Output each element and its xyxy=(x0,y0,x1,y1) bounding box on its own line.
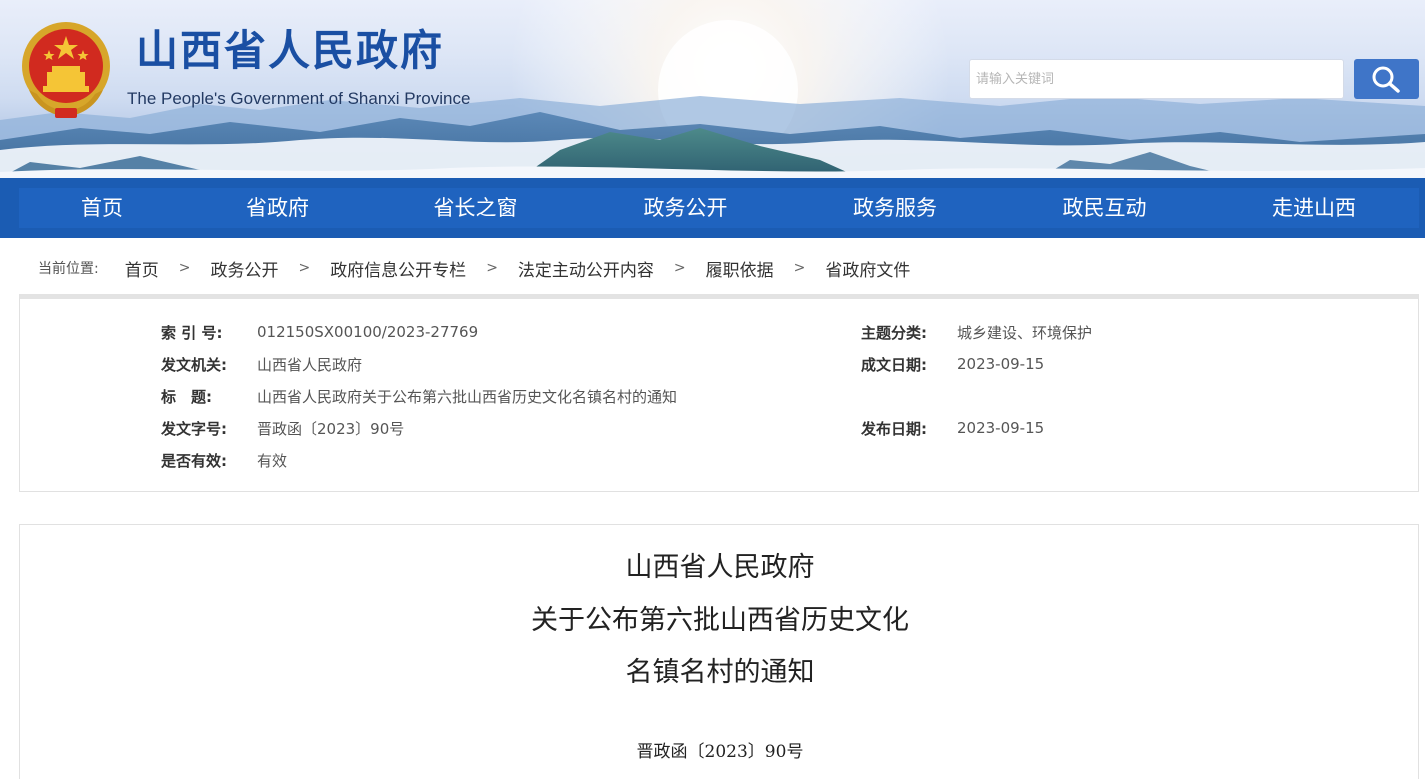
breadcrumb-separator: > xyxy=(486,260,498,276)
meta-key: 发文机关: xyxy=(161,355,227,374)
breadcrumb-separator: > xyxy=(673,260,686,276)
meta-key: 主题分类: xyxy=(861,323,927,342)
document-meta-panel: 索 引 号: 012150SX00100/2023-27769 主题分类: 城乡… xyxy=(19,294,1419,492)
meta-value: 晋政函〔2023〕90号 xyxy=(257,419,405,438)
breadcrumb: 当前位置: 首页 > 政务公开 > 政府信息公开专栏 > 法定主动公开内容 > … xyxy=(38,256,910,281)
breadcrumb-separator: > xyxy=(793,260,806,276)
search-button[interactable] xyxy=(1354,59,1419,99)
nav-item-governor-window[interactable]: 省长之窗 xyxy=(370,188,581,228)
breadcrumb-item-home[interactable]: 首页 xyxy=(125,256,159,281)
national-emblem-icon xyxy=(22,22,110,118)
search-icon xyxy=(1372,66,1400,93)
meta-key: 发布日期: xyxy=(861,419,927,438)
nav-item-about-shanxi[interactable]: 走进山西 xyxy=(1209,188,1419,228)
meta-value: 有效 xyxy=(257,451,288,470)
meta-row-created-date: 成文日期: 2023-09-15 xyxy=(861,352,1044,376)
meta-value: 2023-09-15 xyxy=(957,419,1045,437)
nav-item-government-affairs[interactable]: 政务公开 xyxy=(581,188,790,228)
nav-item-government-services[interactable]: 政务服务 xyxy=(790,188,1000,228)
meta-value: 城乡建设、环境保护 xyxy=(957,323,1093,342)
meta-value: 2023-09-15 xyxy=(957,355,1045,373)
search-input[interactable] xyxy=(969,59,1344,99)
nav-item-public-interaction[interactable]: 政民互动 xyxy=(1000,188,1209,228)
site-header: 山西省人民政府 The People's Government of Shanx… xyxy=(0,0,1425,178)
meta-key: 发文字号: xyxy=(161,419,227,438)
meta-row-title: 标 题: 山西省人民政府关于公布第六批山西省历史文化名镇名村的通知 xyxy=(161,384,677,408)
article-body: 山西省人民政府 关于公布第六批山西省历史文化 名镇名村的通知 晋政函〔2023〕… xyxy=(19,524,1419,779)
site-title: 山西省人民政府 xyxy=(136,26,445,75)
meta-key: 标 题: xyxy=(161,387,212,406)
breadcrumb-item-government-affairs[interactable]: 政务公开 xyxy=(210,256,278,281)
meta-row-doc-no: 发文字号: 晋政函〔2023〕90号 xyxy=(161,416,404,440)
meta-row-topic: 主题分类: 城乡建设、环境保护 xyxy=(861,320,1092,344)
site-subtitle: The People's Government of Shanxi Provin… xyxy=(127,89,471,108)
breadcrumb-item-info-disclosure[interactable]: 政府信息公开专栏 xyxy=(330,256,466,281)
article-doc-number: 晋政函〔2023〕90号 xyxy=(636,742,804,762)
breadcrumb-separator: > xyxy=(298,260,311,276)
meta-row-issuer: 发文机关: 山西省人民政府 xyxy=(161,352,362,376)
meta-row-publish-date: 发布日期: 2023-09-15 xyxy=(861,416,1044,440)
meta-value: 012150SX00100/2023-27769 xyxy=(257,323,479,341)
meta-key: 索 引 号: xyxy=(161,323,223,342)
breadcrumb-item-duty-basis[interactable]: 履职依据 xyxy=(706,256,774,281)
nav-item-provincial-government[interactable]: 省政府 xyxy=(185,188,370,228)
meta-row-validity: 是否有效: 有效 xyxy=(161,448,287,472)
meta-value: 山西省人民政府 xyxy=(257,355,363,374)
meta-row-index-no: 索 引 号: 012150SX00100/2023-27769 xyxy=(161,320,478,344)
article-title-line: 关于公布第六批山西省历史文化 xyxy=(531,605,909,636)
breadcrumb-item-provincial-documents[interactable]: 省政府文件 xyxy=(825,256,910,281)
article-title-line: 山西省人民政府 xyxy=(625,552,815,583)
article-title-line: 名镇名村的通知 xyxy=(625,657,815,688)
meta-key: 成文日期: xyxy=(861,355,927,374)
main-nav: 首页 省政府 省长之窗 政务公开 政务服务 政民互动 走进山西 xyxy=(0,178,1425,238)
breadcrumb-item-statutory-content[interactable]: 法定主动公开内容 xyxy=(518,256,654,281)
meta-key: 是否有效: xyxy=(161,451,227,470)
nav-item-home[interactable]: 首页 xyxy=(19,188,185,228)
breadcrumb-separator: > xyxy=(178,260,191,276)
meta-value: 山西省人民政府关于公布第六批山西省历史文化名镇名村的通知 xyxy=(257,387,678,406)
breadcrumb-label: 当前位置: xyxy=(38,261,99,277)
